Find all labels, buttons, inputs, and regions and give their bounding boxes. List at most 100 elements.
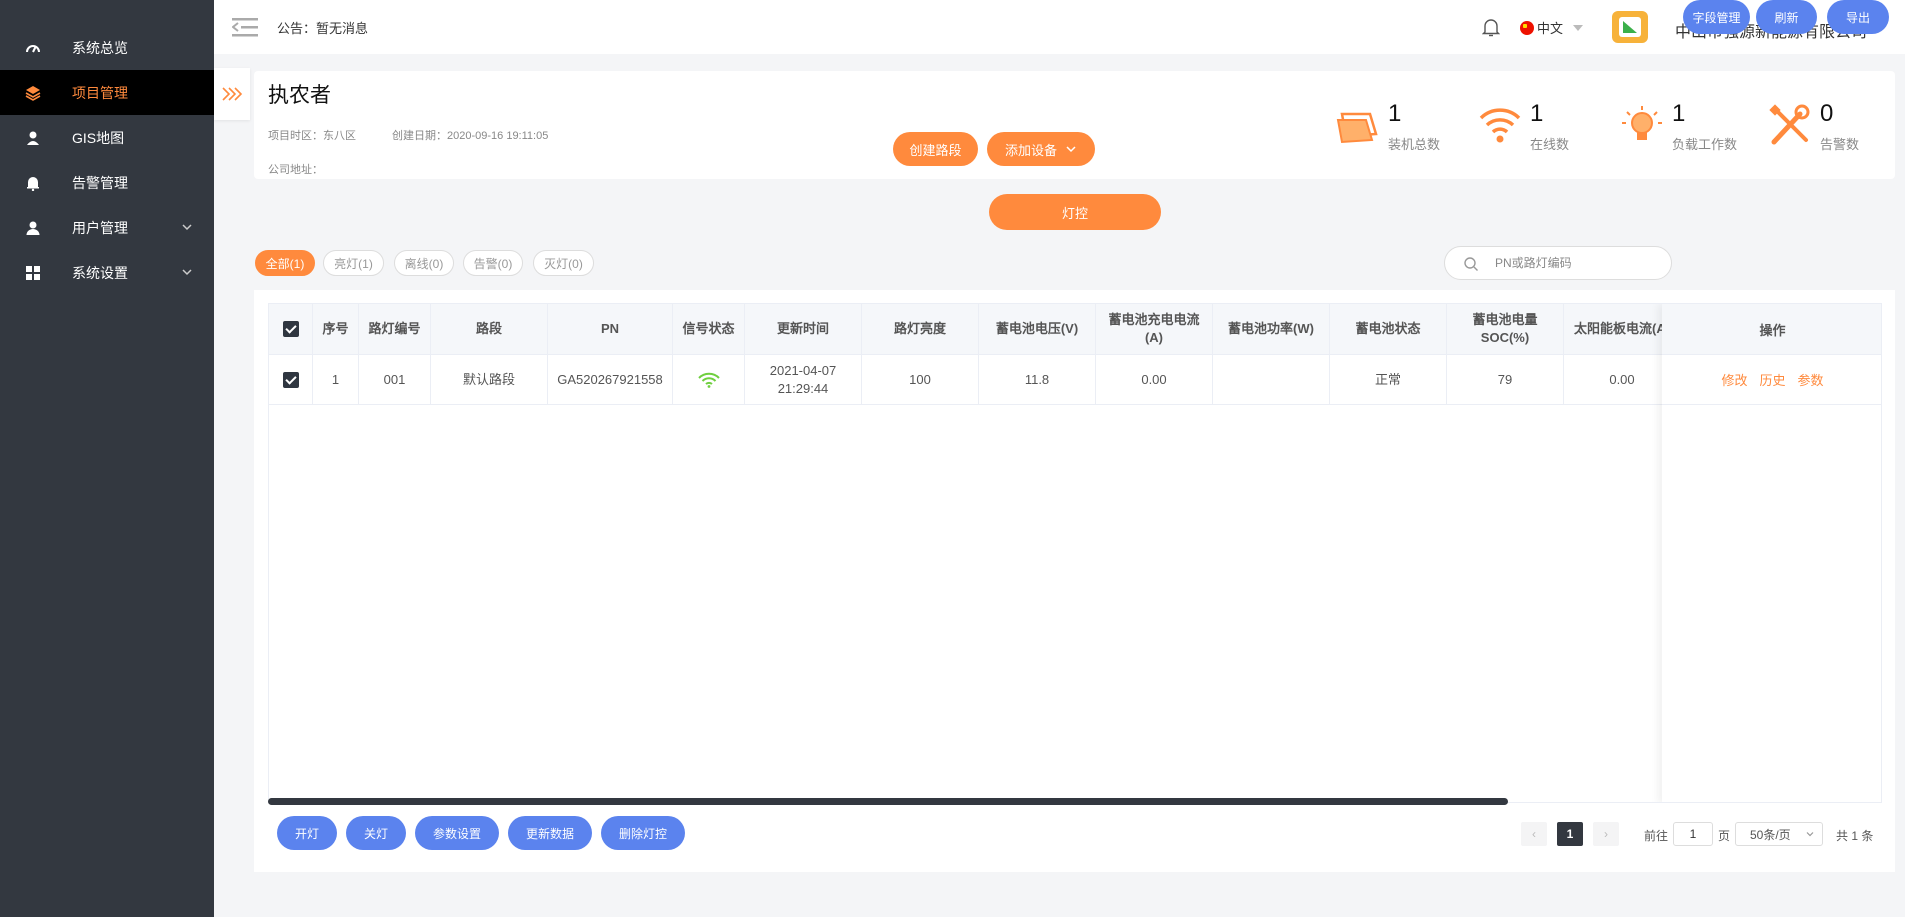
filter-label: 全部(1) xyxy=(265,256,305,271)
page-size-select[interactable]: 50条/页 xyxy=(1735,822,1823,846)
chevron-left-icon: ‹ xyxy=(1532,827,1536,841)
chevron-down-icon xyxy=(182,224,192,231)
param-settings-button[interactable]: 参数设置 xyxy=(415,816,499,850)
column-header: 路灯编号 xyxy=(359,304,431,354)
add-device-button[interactable]: 添加设备 xyxy=(987,132,1095,166)
sidebar-item-gis[interactable]: GIS地图 xyxy=(0,115,214,160)
edit-link[interactable]: 修改 xyxy=(1721,370,1747,389)
stat-value: 1 xyxy=(1388,100,1402,127)
update-clock: 21:29:44 xyxy=(777,380,829,396)
light-control-label: 灯控 xyxy=(1061,205,1088,221)
stat-label: 装机总数 xyxy=(1388,137,1441,152)
stat-label: 负载工作数 xyxy=(1672,137,1738,152)
search-icon xyxy=(1464,257,1478,271)
params-link[interactable]: 参数 xyxy=(1798,370,1824,389)
total-count: 共 1 条 xyxy=(1836,829,1874,843)
device-table: 序号 路灯编号 路段 PN 信号状态 更新时间 路灯亮度 蓄电池电压(V) 蓄电… xyxy=(268,303,1882,803)
field-management-button[interactable]: 字段管理 xyxy=(1683,0,1750,34)
wifi-icon xyxy=(1479,108,1521,143)
light-control-button[interactable]: 灯控 xyxy=(989,194,1161,230)
field-management-label: 字段管理 xyxy=(1692,10,1741,25)
refresh-label: 刷新 xyxy=(1774,10,1799,25)
sidebar-item-project[interactable]: 项目管理 xyxy=(0,70,214,115)
sidebar-item-label: 项目管理 xyxy=(72,84,128,101)
notification-bell-icon[interactable] xyxy=(1482,17,1500,37)
stat-installed-total: 1 装机总数 xyxy=(1336,100,1466,156)
row-checkbox[interactable] xyxy=(269,355,313,404)
filter-offline[interactable]: 离线(0) xyxy=(394,250,454,276)
add-device-label: 添加设备 xyxy=(1004,142,1057,158)
turn-off-button[interactable]: 关灯 xyxy=(346,816,406,850)
sidebar-item-label: 系统总览 xyxy=(72,39,128,56)
cell-road: 默认路段 xyxy=(431,355,548,404)
user-icon xyxy=(26,221,40,235)
export-button[interactable]: 导出 xyxy=(1827,0,1889,34)
language-selector[interactable]: 中文 xyxy=(1520,18,1584,37)
table-header: 序号 路灯编号 路段 PN 信号状态 更新时间 路灯亮度 蓄电池电压(V) 蓄电… xyxy=(269,304,1881,355)
turn-on-button[interactable]: 开灯 xyxy=(277,816,337,850)
create-road-label: 创建路段 xyxy=(909,142,962,158)
stat-label: 告警数 xyxy=(1820,137,1860,152)
filter-label: 离线(0) xyxy=(404,256,444,271)
delete-light-control-button[interactable]: 删除灯控 xyxy=(601,816,685,850)
solar-panel-icon xyxy=(1336,112,1378,144)
goto-page-input[interactable]: 1 xyxy=(1673,822,1713,846)
company-logo xyxy=(1612,11,1648,43)
cell-battery-status: 正常 xyxy=(1330,355,1447,404)
sidebar-item-alarm[interactable]: 告警管理 xyxy=(0,160,214,205)
menu-fold-icon[interactable] xyxy=(232,16,258,38)
china-flag-icon xyxy=(1520,20,1534,35)
filter-alarm[interactable]: 告警(0) xyxy=(463,250,523,276)
create-road-button[interactable]: 创建路段 xyxy=(893,132,978,166)
export-label: 导出 xyxy=(1845,10,1870,25)
horizontal-scrollbar[interactable] xyxy=(268,798,1508,805)
cell-charge-current: 0.00 xyxy=(1096,355,1213,404)
chevron-down-icon xyxy=(1066,146,1076,153)
expand-panel-button[interactable] xyxy=(214,68,250,120)
language-label: 中文 xyxy=(1537,21,1564,36)
sidebar-item-settings[interactable]: 系统设置 xyxy=(0,250,214,295)
column-header: 信号状态 xyxy=(673,304,745,354)
project-timezone: 项目时区：东八区 xyxy=(268,130,356,142)
filter-all[interactable]: 全部(1) xyxy=(255,250,315,276)
delete-light-control-label: 删除灯控 xyxy=(618,826,667,841)
cell-brightness: 100 xyxy=(862,355,979,404)
stat-alarms: 0 告警数 xyxy=(1768,100,1898,156)
map-user-icon xyxy=(27,131,39,145)
sidebar-item-label: 告警管理 xyxy=(72,174,128,191)
stat-value: 1 xyxy=(1672,100,1686,127)
filter-off[interactable]: 灭灯(0) xyxy=(533,250,594,276)
cell-soc: 79 xyxy=(1447,355,1564,404)
project-address: 公司地址： xyxy=(268,164,323,176)
search-input[interactable] xyxy=(1495,254,1655,272)
cell-update-time: 2021-04-07 21:29:44 xyxy=(745,355,862,404)
update-data-button[interactable]: 更新数据 xyxy=(508,816,592,850)
turn-on-label: 开灯 xyxy=(294,826,319,841)
column-header: 路灯亮度 xyxy=(862,304,979,354)
refresh-button[interactable]: 刷新 xyxy=(1756,0,1817,34)
top-header: 公告：暂无消息 中文 中山市强源新能源有限公司 xyxy=(214,0,1905,54)
prev-page-button[interactable]: ‹ xyxy=(1521,822,1547,846)
table-row[interactable]: 1 001 默认路段 GA520267921558 2021-04-07 21:… xyxy=(269,355,1881,405)
cell-signal xyxy=(673,355,745,404)
wifi-signal-icon xyxy=(697,372,720,388)
column-header: 蓄电池电压(V) xyxy=(979,304,1096,354)
stat-value: 0 xyxy=(1820,100,1834,127)
filter-lit[interactable]: 亮灯(1) xyxy=(323,250,384,276)
history-link[interactable]: 历史 xyxy=(1759,370,1785,389)
cell-pn: GA520267921558 xyxy=(548,355,673,404)
grid-icon xyxy=(26,266,40,280)
sidebar-item-users[interactable]: 用户管理 xyxy=(0,205,214,250)
column-header: 更新时间 xyxy=(745,304,862,354)
project-meta: 项目时区：东八区 创建日期：2020-09-16 19:11:05 xyxy=(268,127,548,143)
sidebar: 系统总览 项目管理 GIS地图 告警管理 用户管理 系统设置 xyxy=(0,0,214,917)
next-page-button[interactable]: › xyxy=(1593,822,1619,846)
chevron-down-icon xyxy=(182,269,192,276)
sidebar-item-label: 用户管理 xyxy=(72,219,128,236)
sidebar-item-overview[interactable]: 系统总览 xyxy=(0,25,214,70)
filter-label: 告警(0) xyxy=(473,256,513,271)
select-all-checkbox[interactable] xyxy=(269,304,313,354)
page-number-button[interactable]: 1 xyxy=(1557,822,1583,846)
update-data-label: 更新数据 xyxy=(525,826,574,841)
checkbox-checked-icon xyxy=(282,371,299,388)
